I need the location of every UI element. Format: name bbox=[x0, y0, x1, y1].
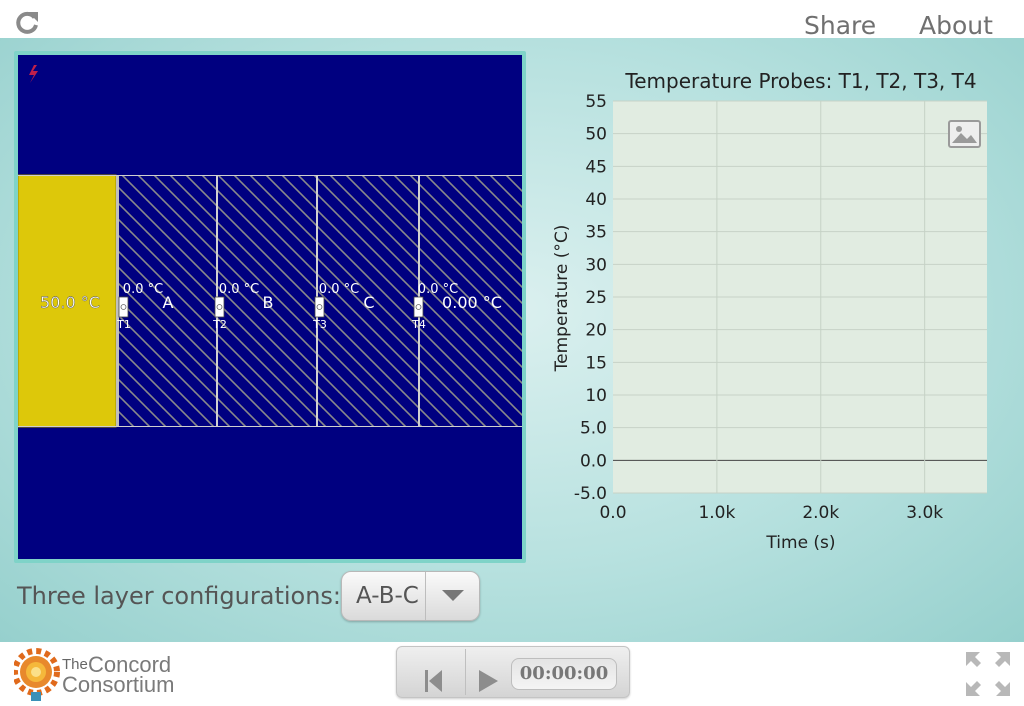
reload-icon[interactable] bbox=[14, 9, 42, 37]
logo-text-the: The bbox=[62, 656, 88, 673]
top-bar: Share About bbox=[0, 0, 1024, 40]
x-axis-label: Time (s) bbox=[765, 533, 835, 553]
y-tick-label: -5.0 bbox=[574, 484, 607, 504]
layer-label-a: A bbox=[163, 293, 174, 312]
y-tick-label: 25 bbox=[585, 288, 607, 308]
y-tick-label: 15 bbox=[585, 353, 607, 373]
heater-boundary bbox=[116, 175, 119, 427]
heater-temperature: 50.0 °C bbox=[40, 293, 100, 312]
x-tick-label: 1.0k bbox=[698, 503, 735, 523]
y-axis-label: Temperature (°C) bbox=[552, 225, 572, 373]
y-tick-label: 10 bbox=[585, 386, 607, 406]
probe-reading: 0.0 °C bbox=[418, 282, 458, 297]
main-panel: 50.0 °C A B C 0.00 °C 0.0 °C T1 0.0 °C T2 0.… bbox=[0, 38, 1024, 642]
chevron-down-icon bbox=[442, 590, 464, 601]
x-tick-label: 0.0 bbox=[599, 503, 626, 523]
x-axis-ticks: 0.0 1.0k 2.0k 3.0k bbox=[599, 503, 943, 523]
skip-back-icon bbox=[425, 670, 442, 692]
bottom-bar: The Concord Consortium 00:00:00 bbox=[0, 642, 1024, 706]
probe-icon[interactable] bbox=[214, 296, 225, 318]
probe-icon[interactable] bbox=[413, 296, 424, 318]
x-tick-label: 2.0k bbox=[802, 503, 839, 523]
play-button[interactable] bbox=[466, 647, 508, 697]
probe-reading: 0.0 °C bbox=[319, 282, 359, 297]
heat-simulation[interactable]: 50.0 °C A B C 0.00 °C 0.0 °CT10.0 °CT20.… bbox=[18, 55, 522, 559]
probe-label: T1 bbox=[116, 318, 131, 331]
share-link[interactable]: Share bbox=[804, 11, 876, 40]
x-tick-label: 3.0k bbox=[906, 503, 943, 523]
layer-label-b: B bbox=[263, 293, 274, 312]
y-tick-label: 5.0 bbox=[580, 419, 607, 439]
probe-reading: 0.0 °C bbox=[219, 282, 259, 297]
reset-button[interactable] bbox=[397, 647, 465, 697]
probe-reading: 0.0 °C bbox=[123, 282, 163, 297]
probe-label: T3 bbox=[312, 318, 327, 331]
y-axis-ticks: -5.0 0.0 5.0 10 15 20 25 30 35 40 45 50 55 bbox=[574, 92, 607, 504]
y-tick-label: 40 bbox=[585, 190, 607, 210]
y-tick-label: 30 bbox=[585, 255, 607, 275]
select-divider bbox=[425, 572, 426, 620]
image-export-icon[interactable] bbox=[948, 120, 981, 148]
probe-label: T2 bbox=[212, 318, 227, 331]
layer-label-c: C bbox=[363, 293, 374, 312]
y-tick-label: 35 bbox=[585, 223, 607, 243]
fullscreen-icon[interactable] bbox=[964, 650, 1012, 698]
about-link[interactable]: About bbox=[919, 11, 993, 40]
config-selected-value: A-B-C bbox=[356, 583, 419, 609]
simulation-frame: 50.0 °C A B C 0.00 °C 0.0 °C T1 0.0 °C T2 0.… bbox=[14, 51, 526, 563]
y-tick-label: 0.0 bbox=[580, 451, 607, 471]
probe-icon[interactable] bbox=[118, 296, 129, 318]
y-tick-label: 55 bbox=[585, 92, 607, 112]
config-label: Three layer configurations: bbox=[17, 582, 341, 610]
playback-controls: 00:00:00 bbox=[396, 646, 630, 698]
probe-label: T4 bbox=[411, 318, 426, 331]
time-display: 00:00:00 bbox=[511, 658, 617, 690]
layer-config-select[interactable]: A-B-C bbox=[341, 571, 480, 621]
y-tick-label: 45 bbox=[585, 157, 607, 177]
probe-icon[interactable] bbox=[314, 296, 325, 318]
chart-title: Temperature Probes: T1, T2, T3, T4 bbox=[624, 69, 976, 93]
temperature-chart: Temperature Probes: T1, T2, T3, T4 -5.00… bbox=[552, 69, 987, 553]
logo-text-consortium: Consortium bbox=[62, 672, 175, 697]
play-icon bbox=[479, 670, 498, 692]
concord-logo-icon[interactable] bbox=[14, 648, 62, 704]
y-tick-label: 20 bbox=[585, 321, 607, 341]
y-tick-label: 50 bbox=[585, 125, 607, 145]
